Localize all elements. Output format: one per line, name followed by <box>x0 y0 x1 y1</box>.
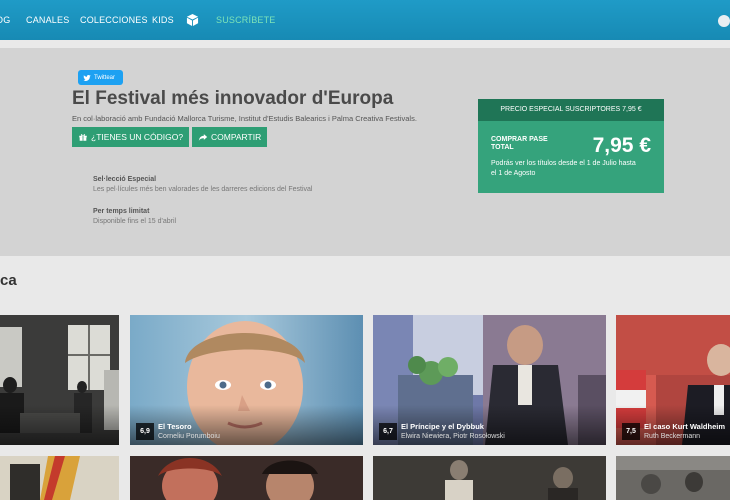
film-card[interactable]: 6,7 El Príncipe y el Dybbuk Elwira Niewi… <box>373 315 606 445</box>
price-availability-note: Podrás ver los títulos desde el 1 de Jul… <box>491 160 636 177</box>
rating-badge: 6,7 <box>379 423 397 440</box>
film-title: El caso Kurt Waldheim <box>644 422 725 431</box>
card-overlay <box>0 405 119 445</box>
film-card[interactable] <box>0 315 119 445</box>
film-title: El Príncipe y el Dybbuk <box>401 422 484 431</box>
buy-pass-label: COMPRAR PASE TOTAL <box>491 136 548 151</box>
page-title: El Festival més innovador d'Europa <box>72 88 394 109</box>
film-director: Corneliu Porumboiu <box>158 433 220 440</box>
have-code-label: ¿TIENES UN CÓDIGO? <box>91 132 184 142</box>
nav-item-colecciones[interactable]: COLECCIONES <box>80 15 148 25</box>
share-button[interactable]: COMPARTIR <box>192 127 268 147</box>
film-poster-image <box>130 456 363 500</box>
film-card[interactable] <box>130 456 363 500</box>
film-poster-image <box>373 456 606 500</box>
film-card[interactable]: 6,9 El Tesoro Corneliu Porumboiu <box>130 315 363 445</box>
rating-badge: 6,9 <box>136 423 154 440</box>
film-card[interactable] <box>616 456 730 500</box>
film-card[interactable] <box>0 456 119 500</box>
cube-icon[interactable] <box>186 13 199 27</box>
user-avatar[interactable] <box>718 15 730 27</box>
share-label: COMPARTIR <box>211 132 262 142</box>
rating-badge: 7,5 <box>622 423 640 440</box>
film-director: Elwira Niewiera, Piotr Rosołowski <box>401 433 505 440</box>
info-text-special-selection: Les pel·lícules més ben valorades de les… <box>93 186 313 193</box>
price-box-header: PRECIO ESPECIAL SUSCRIPTORES 7,95 € <box>478 99 664 121</box>
nav-item-subscribe[interactable]: SUSCRÍBETE <box>216 15 276 25</box>
twitter-bird-icon <box>83 74 91 81</box>
film-director: Ruth Beckermann <box>644 433 701 440</box>
price-box[interactable]: PRECIO ESPECIAL SUSCRIPTORES 7,95 € COMP… <box>478 99 664 193</box>
nav-item-canales[interactable]: CANALES <box>26 15 69 25</box>
section-title: ca <box>0 272 17 289</box>
film-card[interactable]: 7,5 El caso Kurt Waldheim Ruth Beckerman… <box>616 315 730 445</box>
gift-icon <box>79 134 87 141</box>
share-arrow-icon <box>198 134 208 141</box>
nav-item-blog[interactable]: OG <box>0 15 10 25</box>
tweet-button[interactable]: Twittear <box>78 70 123 85</box>
info-label-limited-time: Per temps limitat <box>93 208 150 215</box>
tweet-label: Twittear <box>94 74 116 81</box>
film-poster-image <box>616 456 730 500</box>
price-amount: 7,95 € <box>592 134 651 157</box>
have-code-button[interactable]: ¿TIENES UN CÓDIGO? <box>72 127 190 147</box>
film-title: El Tesoro <box>158 422 192 431</box>
film-card[interactable] <box>373 456 606 500</box>
film-poster-image <box>0 456 119 500</box>
info-label-special-selection: Sel·lecció Especial <box>93 176 157 183</box>
info-text-limited-time: Disponible fins el 15 d'abril <box>93 218 177 225</box>
festival-description: En col·laboració amb Fundació Mallorca T… <box>72 114 417 123</box>
top-navigation-bar: OG CANALES COLECCIONES KIDS SUSCRÍBETE <box>0 0 730 40</box>
nav-item-kids[interactable]: KIDS <box>152 15 174 25</box>
